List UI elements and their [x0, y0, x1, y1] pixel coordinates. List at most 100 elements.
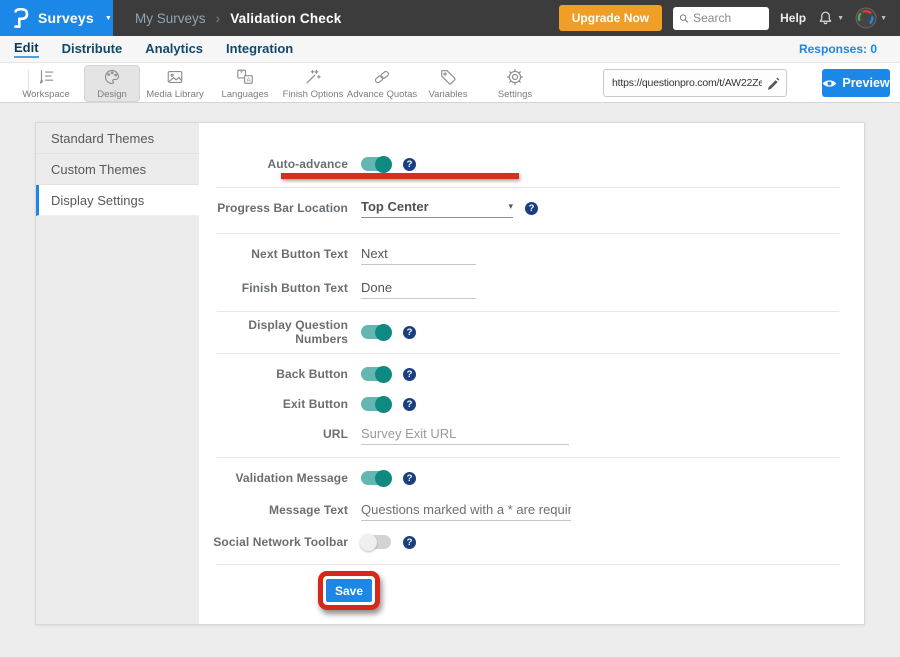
languages-icon: * A: [236, 68, 254, 86]
sidebar-item-display-settings[interactable]: Display Settings: [36, 185, 199, 216]
gear-icon: [506, 68, 524, 86]
back-button-row: Back Button ?: [199, 362, 864, 386]
search-input[interactable]: [693, 11, 763, 25]
display-settings-card: Standard Themes Custom Themes Display Se…: [35, 122, 865, 625]
back-button-toggle[interactable]: [361, 367, 391, 381]
exit-url-input[interactable]: [361, 424, 569, 445]
design-toolbar: Workspace Design Media Library * A Langu…: [0, 62, 900, 103]
divider: [217, 311, 839, 312]
annotation-red-box: Save: [318, 571, 380, 610]
validation-message-label: Validation Message: [199, 471, 348, 485]
survey-url-input[interactable]: [612, 77, 762, 89]
notifications-menu[interactable]: ▼: [817, 10, 844, 27]
help-icon[interactable]: ?: [403, 326, 416, 339]
bell-icon: [817, 10, 834, 27]
help-icon[interactable]: ?: [403, 368, 416, 381]
chain-links-icon: [373, 68, 391, 86]
search-box[interactable]: [673, 7, 769, 30]
help-icon[interactable]: ?: [403, 398, 416, 411]
progress-bar-location-label: Progress Bar Location: [199, 201, 348, 215]
preview-label: Preview: [842, 76, 889, 90]
breadcrumb-current: Validation Check: [230, 11, 341, 26]
toolbar-item-variables[interactable]: Variables: [420, 65, 476, 102]
toolbar-item-design[interactable]: Design: [84, 65, 140, 102]
workspace-icon: [37, 68, 55, 86]
toolbar-item-advance-quotas[interactable]: Advance Quotas: [348, 65, 416, 102]
header-actions: Upgrade Now Help ▼ ▼: [559, 5, 900, 31]
divider: [217, 187, 839, 188]
search-icon: [679, 12, 689, 25]
toolbar-item-finish-options[interactable]: Finish Options: [281, 65, 345, 102]
survey-nav: Edit Distribute Analytics Integration Re…: [0, 36, 900, 62]
design-palette-icon: [103, 68, 121, 86]
preview-button[interactable]: Preview: [822, 69, 890, 97]
back-button-label: Back Button: [199, 367, 348, 381]
finish-button-text-label: Finish Button Text: [199, 281, 348, 295]
progress-bar-location-value: Top Center: [361, 199, 429, 214]
toolbar-item-languages[interactable]: * A Languages: [216, 65, 274, 102]
message-text-row: Message Text: [199, 498, 864, 522]
finish-button-text-row: Finish Button Text: [199, 276, 864, 300]
help-icon[interactable]: ?: [403, 472, 416, 485]
upgrade-now-button[interactable]: Upgrade Now: [559, 5, 662, 31]
validation-message-toggle[interactable]: [361, 471, 391, 485]
design-sidebar: Standard Themes Custom Themes Display Se…: [36, 123, 199, 624]
sidebar-item-custom-themes[interactable]: Custom Themes: [36, 154, 199, 185]
next-button-text-row: Next Button Text: [199, 242, 864, 266]
display-question-numbers-toggle[interactable]: [361, 325, 391, 339]
message-text-input[interactable]: [361, 500, 571, 521]
toolbar-item-settings[interactable]: Settings: [487, 65, 543, 102]
tab-distribute[interactable]: Distribute: [62, 41, 123, 57]
svg-text:*: *: [240, 69, 244, 78]
chevron-down-icon: ▾: [508, 201, 513, 212]
magic-wand-icon: [304, 68, 322, 86]
toolbar-item-media-library[interactable]: Media Library: [144, 65, 206, 102]
display-question-numbers-row: Display Question Numbers ?: [199, 320, 864, 344]
help-icon[interactable]: ?: [403, 536, 416, 549]
auto-advance-toggle[interactable]: [361, 157, 391, 171]
social-network-toolbar-toggle[interactable]: [361, 535, 391, 549]
breadcrumb-separator-icon: ›: [216, 10, 221, 26]
tag-icon: [439, 68, 457, 86]
exit-url-label: URL: [199, 427, 348, 441]
eye-icon: [822, 78, 837, 89]
help-icon[interactable]: ?: [403, 158, 416, 171]
chevron-down-icon: ▼: [880, 15, 887, 22]
divider: [217, 233, 839, 234]
annotation-red-underline: [281, 173, 519, 179]
exit-button-toggle[interactable]: [361, 397, 391, 411]
account-menu[interactable]: ▼: [855, 7, 887, 29]
pencil-icon: [766, 76, 780, 90]
divider: [217, 353, 839, 354]
next-button-text-input[interactable]: [361, 244, 476, 265]
validation-message-row: Validation Message ?: [199, 466, 864, 490]
avatar: [855, 7, 877, 29]
save-button[interactable]: Save: [326, 579, 372, 602]
divider: [217, 564, 839, 565]
progress-bar-location-row: Progress Bar Location Top Center ▾ ?: [199, 196, 864, 220]
responses-count[interactable]: Responses: 0: [799, 42, 886, 56]
tab-integration[interactable]: Integration: [226, 41, 293, 57]
questionpro-logo-icon: [13, 8, 29, 28]
exit-button-row: Exit Button ?: [199, 392, 864, 416]
media-library-icon: [166, 68, 184, 86]
edit-url-button[interactable]: [766, 76, 780, 90]
auto-advance-label: Auto-advance: [199, 157, 348, 171]
social-network-toolbar-row: Social Network Toolbar ?: [199, 530, 864, 554]
toolbar-item-workspace[interactable]: Workspace: [16, 65, 76, 102]
sidebar-item-standard-themes[interactable]: Standard Themes: [36, 123, 199, 154]
divider: [217, 457, 839, 458]
help-icon[interactable]: ?: [525, 202, 538, 215]
tab-edit[interactable]: Edit: [14, 40, 39, 58]
chevron-down-icon: ▼: [837, 15, 844, 22]
finish-button-text-input[interactable]: [361, 278, 476, 299]
social-network-toolbar-label: Social Network Toolbar: [199, 535, 348, 549]
chevron-down-icon: ▼: [105, 15, 112, 22]
tab-analytics[interactable]: Analytics: [145, 41, 203, 57]
product-menu[interactable]: Surveys ▼: [0, 0, 113, 36]
help-link[interactable]: Help: [780, 11, 806, 25]
progress-bar-location-select[interactable]: Top Center ▾: [361, 199, 513, 218]
breadcrumb-parent[interactable]: My Surveys: [135, 11, 206, 26]
top-header: Surveys ▼ My Surveys › Validation Check …: [0, 0, 900, 36]
settings-form: Auto-advance ? Progress Bar Location Top…: [199, 123, 864, 624]
